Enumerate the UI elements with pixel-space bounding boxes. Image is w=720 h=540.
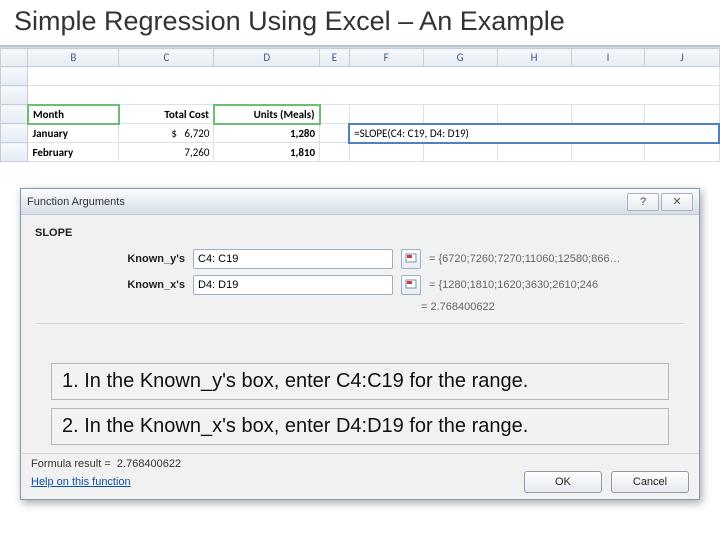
col-header-G[interactable]: G: [423, 49, 497, 67]
col-header-E[interactable]: E: [320, 49, 350, 67]
select-all-corner[interactable]: [1, 49, 28, 67]
cell-month-jan[interactable]: January: [28, 124, 119, 143]
row-head[interactable]: [1, 124, 28, 143]
cell-month-feb[interactable]: February: [28, 143, 119, 162]
function-arguments-dialog: Function Arguments ? ✕ SLOPE Known_y's =…: [20, 188, 700, 500]
help-on-function-link[interactable]: Help on this function: [31, 476, 131, 488]
dialog-titlebar[interactable]: Function Arguments ? ✕: [21, 189, 699, 215]
arg-eval-x: = {1280;1810;1620;3630;2610;246: [429, 279, 685, 291]
dialog-footer: Formula result = 2.768400622 Help on thi…: [21, 453, 699, 499]
col-header-C[interactable]: C: [119, 49, 214, 67]
row-head[interactable]: [1, 143, 28, 162]
known-x-input[interactable]: [193, 275, 393, 295]
row-head[interactable]: [1, 105, 28, 124]
cell-units-jan[interactable]: 1,280: [214, 124, 320, 143]
help-button[interactable]: ?: [627, 193, 659, 211]
arg-row-known-y: Known_y's = {6720;7260;7270;11060;12580;…: [35, 249, 685, 269]
header-month[interactable]: Month: [28, 105, 119, 124]
cell-cost-jan[interactable]: $ 6,720: [119, 124, 214, 143]
col-header-H[interactable]: H: [497, 49, 571, 67]
function-name-label: SLOPE: [35, 227, 685, 239]
arg-eval-y: = {6720;7260;7270;11060;12580;866…: [429, 253, 685, 265]
col-header-F[interactable]: F: [349, 49, 423, 67]
help-icon: ?: [640, 196, 646, 208]
range-select-button-x[interactable]: [401, 275, 421, 295]
instruction-step-1: 1. In the Known_y's box, enter C4:C19 fo…: [51, 363, 669, 400]
close-icon: ✕: [672, 195, 681, 208]
range-select-icon: [405, 279, 417, 291]
header-units[interactable]: Units (Meals): [214, 105, 320, 124]
instruction-step-2: 2. In the Known_x's box, enter D4:D19 fo…: [51, 408, 669, 445]
header-row: Month Total Cost Units (Meals): [1, 105, 720, 124]
spreadsheet: B C D E F G H I J Month Total Cost Units…: [0, 47, 720, 162]
col-header-B[interactable]: B: [28, 49, 119, 67]
col-header-J[interactable]: J: [645, 49, 719, 67]
range-select-button-y[interactable]: [401, 249, 421, 269]
row-head[interactable]: [1, 67, 28, 86]
cell-cost-feb[interactable]: 7,260: [119, 143, 214, 162]
column-header-row: B C D E F G H I J: [1, 49, 720, 67]
arg-label-known-y: Known_y's: [35, 253, 185, 265]
known-y-input[interactable]: [193, 249, 393, 269]
ok-button[interactable]: OK: [524, 471, 602, 493]
dialog-title-text: Function Arguments: [27, 196, 125, 208]
range-select-icon: [405, 253, 417, 265]
data-row: January $ 6,720 1,280 =SLOPE(C4: C19, D4…: [1, 124, 720, 143]
col-header-D[interactable]: D: [214, 49, 320, 67]
arg-row-known-x: Known_x's = {1280;1810;1620;3630;2610;24…: [35, 275, 685, 295]
cell-units-feb[interactable]: 1,810: [214, 143, 320, 162]
slide-title: Simple Regression Using Excel – An Examp…: [0, 0, 720, 47]
close-button[interactable]: ✕: [661, 193, 693, 211]
function-result-line: = 2.768400622: [421, 301, 685, 313]
instruction-overlay: 1. In the Known_y's box, enter C4:C19 fo…: [51, 363, 669, 445]
data-row: February 7,260 1,810: [1, 143, 720, 162]
cancel-button[interactable]: Cancel: [611, 471, 689, 493]
formula-cell[interactable]: =SLOPE(C4: C19, D4: D19): [349, 124, 719, 143]
header-total-cost[interactable]: Total Cost: [119, 105, 214, 124]
col-header-I[interactable]: I: [571, 49, 645, 67]
arg-label-known-x: Known_x's: [35, 279, 185, 291]
row-head[interactable]: [1, 86, 28, 105]
formula-result: Formula result = 2.768400622: [31, 458, 689, 470]
